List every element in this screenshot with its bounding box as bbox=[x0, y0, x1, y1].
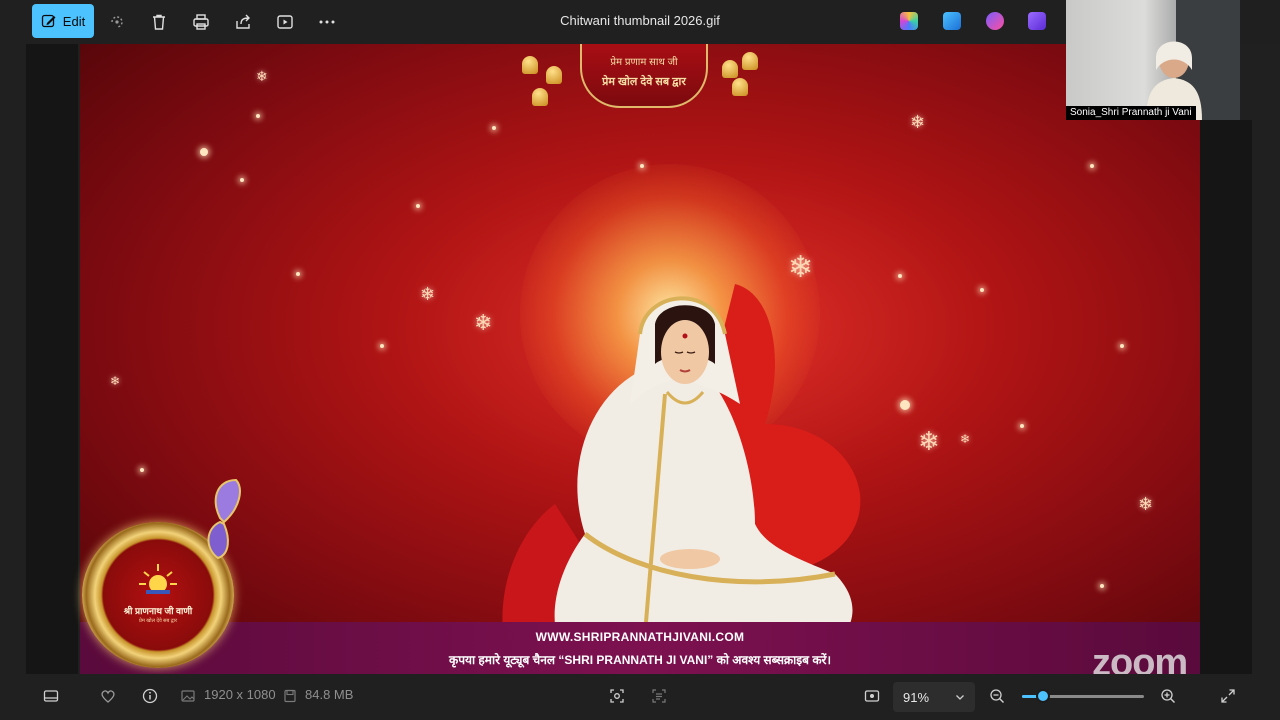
snowflake-icon: ❄ bbox=[960, 432, 971, 446]
butterfly-icon bbox=[207, 478, 241, 560]
sparkle bbox=[1090, 164, 1094, 168]
subscribe-message: कृपया हमारे यूट्यूब चैनल “SHRI PRANNATH … bbox=[448, 653, 832, 667]
fit-to-window-icon[interactable] bbox=[863, 687, 881, 705]
edit-button-label: Edit bbox=[62, 13, 86, 29]
sparkle bbox=[416, 204, 420, 208]
sparkle bbox=[140, 468, 144, 472]
chevron-down-icon bbox=[956, 695, 964, 700]
sparkle bbox=[296, 272, 300, 276]
bell-icon bbox=[522, 56, 538, 74]
sparkle bbox=[1120, 344, 1124, 348]
lasso-select-icon[interactable] bbox=[106, 11, 128, 33]
participant-name-label: Sonia_Shri Prannath ji Vani bbox=[1066, 106, 1196, 120]
subscribe-banner: WWW.SHRIPRANNATHJIVANI.COM कृपया हमारे य… bbox=[80, 622, 1200, 674]
sparkle bbox=[380, 344, 384, 348]
share-icon[interactable] bbox=[232, 11, 254, 33]
zoom-slider[interactable] bbox=[1022, 689, 1144, 703]
full-screen-icon[interactable] bbox=[1219, 687, 1237, 705]
print-icon[interactable] bbox=[190, 11, 212, 33]
zoom-in-icon[interactable] bbox=[1159, 687, 1177, 705]
image-dimensions: 1920 x 1080 bbox=[204, 687, 276, 702]
snowflake-icon: ❄ bbox=[1138, 494, 1154, 514]
slideshow-icon[interactable] bbox=[274, 11, 296, 33]
delete-icon[interactable] bbox=[148, 11, 170, 33]
file-title: Chitwani thumbnail 2026.gif bbox=[560, 13, 720, 28]
sparkle bbox=[980, 288, 984, 292]
zoom-level-value: 91% bbox=[903, 689, 930, 705]
copilot-icon[interactable] bbox=[900, 12, 918, 30]
file-size: 84.8 MB bbox=[305, 687, 354, 702]
zoom-slider-thumb[interactable] bbox=[1035, 689, 1050, 703]
sparkle bbox=[640, 164, 644, 168]
participant-video bbox=[1146, 0, 1240, 120]
sunrise-emblem-icon bbox=[139, 564, 177, 594]
banner-line-1: प्रेम प्रणाम साथ जी bbox=[610, 57, 678, 68]
filmstrip-toggle-icon[interactable] bbox=[42, 687, 60, 705]
logo-subtitle: प्रेम खोल देवे सब द्वार bbox=[138, 618, 178, 624]
designer-icon[interactable] bbox=[943, 12, 961, 30]
bell-icon bbox=[532, 88, 548, 106]
sparkle bbox=[1100, 584, 1104, 588]
edit-button[interactable]: Edit bbox=[32, 4, 94, 38]
website-url: WWW.SHRIPRANNATHJIVANI.COM bbox=[535, 630, 745, 644]
sparkle bbox=[240, 178, 244, 182]
snowflake-icon: ❄ bbox=[910, 112, 926, 132]
info-icon[interactable] bbox=[141, 687, 159, 705]
participant-video-tile[interactable] bbox=[1066, 0, 1240, 120]
displayed-image: ❄ ❄ ❄ ❄ ❄ ❄ ❄ ❄ ❄ प्रेम प्रणाम साथ जी प्… bbox=[80, 44, 1200, 674]
top-toolbar: Edit Chitwani thumbnail 2026.gif bbox=[0, 0, 1066, 44]
viewer-right-margin bbox=[1200, 120, 1252, 674]
snowflake-icon: ❄ bbox=[918, 426, 940, 456]
hanging-banner: प्रेम प्रणाम साथ जी प्रेम खोल देवे सब द्… bbox=[580, 44, 708, 108]
file-size-icon bbox=[281, 687, 299, 705]
snowflake-icon: ❄ bbox=[110, 374, 121, 388]
sparkle bbox=[256, 114, 260, 118]
photos-app-icon[interactable] bbox=[1028, 12, 1046, 30]
logo-title: श्री प्राणनाथ जी वाणी bbox=[123, 606, 193, 616]
bell-icon bbox=[722, 60, 738, 78]
more-options-icon[interactable] bbox=[316, 11, 338, 33]
snowflake-icon: ❄ bbox=[420, 284, 436, 304]
bell-icon bbox=[742, 52, 758, 70]
bell-icon bbox=[546, 66, 562, 84]
edit-image-icon bbox=[41, 14, 56, 28]
scan-text-icon[interactable] bbox=[650, 687, 668, 705]
zoom-out-icon[interactable] bbox=[988, 687, 1006, 705]
zoom-level-dropdown[interactable]: 91% bbox=[893, 682, 975, 712]
sparkle bbox=[492, 126, 496, 130]
banner-line-2: प्रेम खोल देवे सब द्वार bbox=[602, 76, 686, 88]
snowflake-icon: ❄ bbox=[256, 68, 268, 84]
visual-search-icon[interactable] bbox=[608, 687, 626, 705]
bell-icon bbox=[732, 78, 748, 96]
meditating-woman-illustration bbox=[502, 284, 861, 654]
sparkle bbox=[1020, 424, 1024, 428]
image-dimensions-icon bbox=[179, 687, 197, 705]
viewer-left-margin bbox=[26, 44, 78, 674]
clipchamp-icon[interactable] bbox=[986, 12, 1004, 30]
sparkle bbox=[200, 148, 208, 156]
favorite-heart-icon[interactable] bbox=[99, 687, 117, 705]
